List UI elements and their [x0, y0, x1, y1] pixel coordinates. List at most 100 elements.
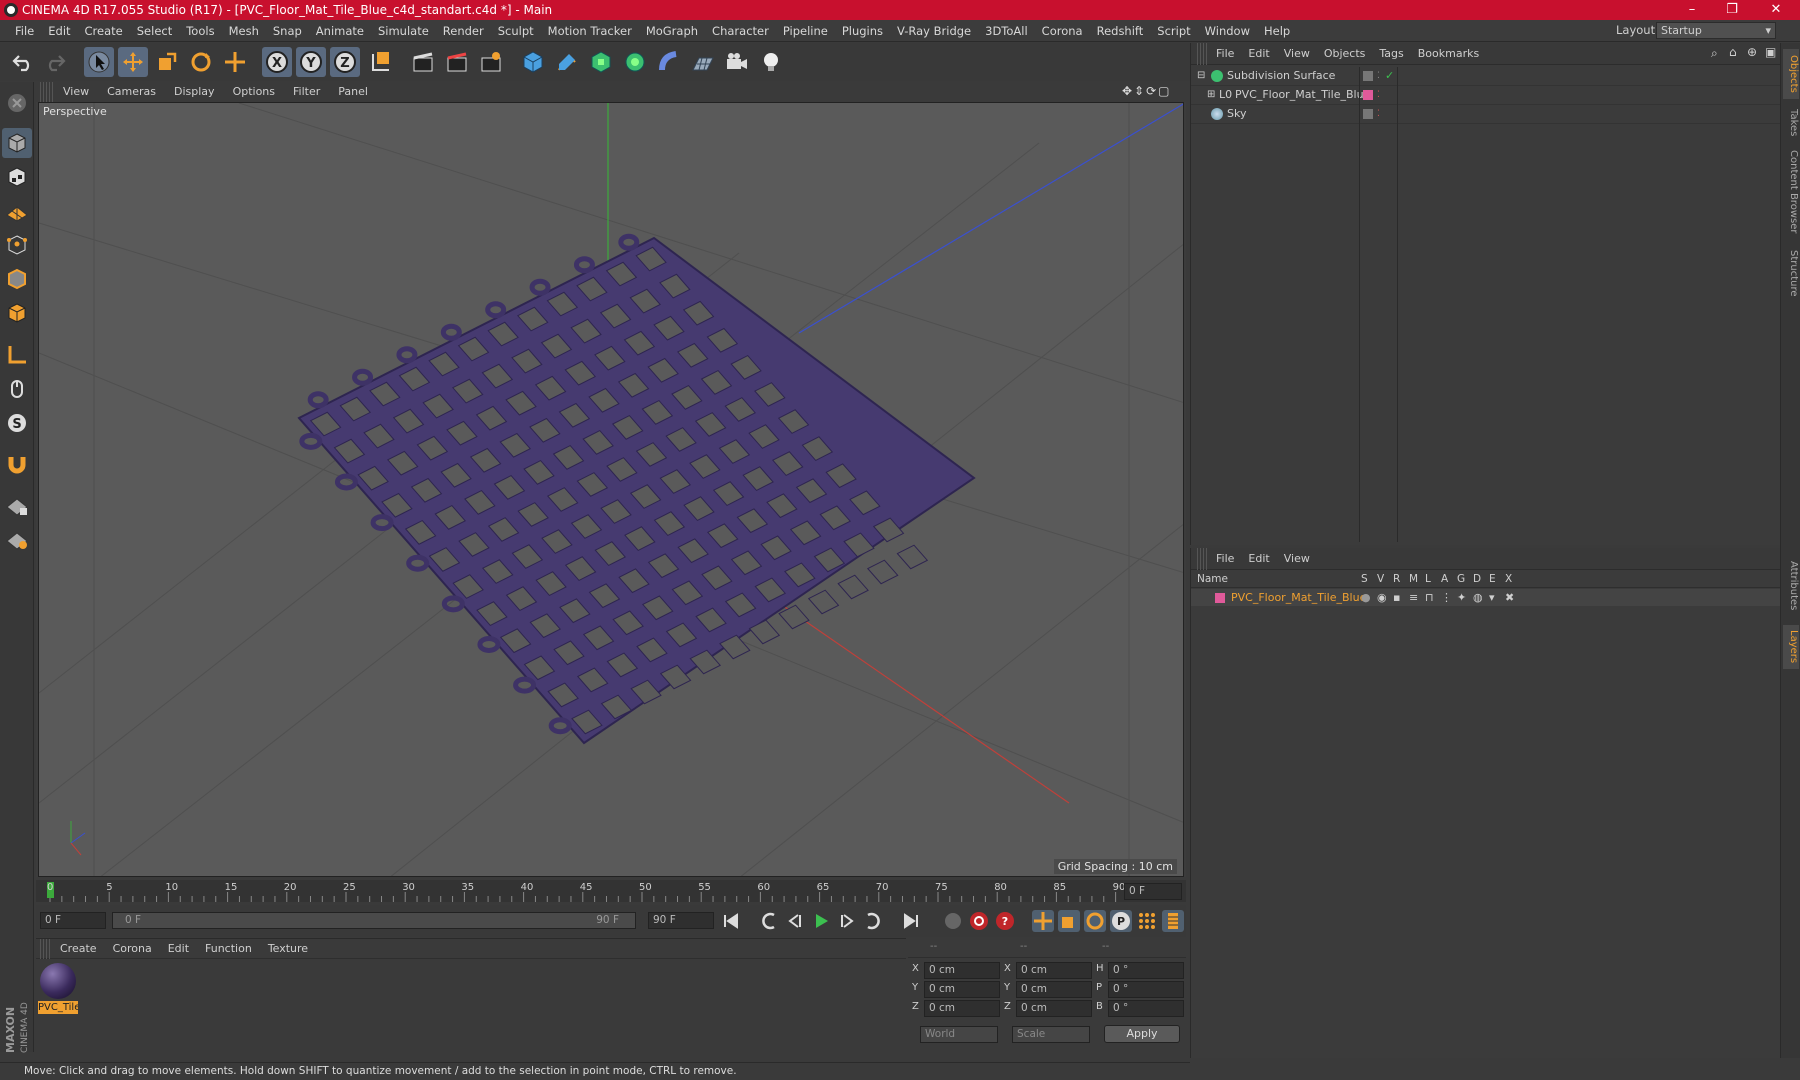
- viewport-nav-icons[interactable]: ✥⇕⟳▢: [1122, 84, 1182, 100]
- frame-range-slider[interactable]: 0 F 90 F: [112, 912, 636, 929]
- layer-color-swatch[interactable]: [1215, 593, 1225, 603]
- viewport-menu-cameras[interactable]: Cameras: [98, 82, 165, 102]
- expression-icon[interactable]: ▾: [1489, 589, 1495, 606]
- next-frame-button[interactable]: [836, 910, 858, 932]
- max-frame-field[interactable]: 90 F: [648, 912, 714, 929]
- material-menu-corona[interactable]: Corona: [105, 939, 160, 958]
- timeline-ruler[interactable]: 0 5 10 15 20 25 30 35 40 45 50 55 60 65 …: [36, 880, 1186, 902]
- viewport-menu-display[interactable]: Display: [165, 82, 224, 102]
- coordinate-mode-select[interactable]: World: [920, 1026, 998, 1043]
- current-frame-field[interactable]: 0 F: [40, 912, 106, 929]
- go-to-end-button[interactable]: [900, 910, 922, 932]
- close-button[interactable]: ✕: [1756, 0, 1796, 20]
- menu-3dtoall[interactable]: 3DToAll: [978, 20, 1035, 42]
- apply-button[interactable]: Apply: [1104, 1025, 1180, 1043]
- menu-file[interactable]: File: [8, 20, 41, 42]
- texture-mode-button[interactable]: [2, 162, 32, 192]
- menu-vray-bridge[interactable]: V-Ray Bridge: [890, 20, 978, 42]
- camera-button[interactable]: [722, 47, 752, 77]
- search-icon[interactable]: ⌕: [1711, 46, 1718, 61]
- go-to-start-button[interactable]: [720, 910, 742, 932]
- animation-icon[interactable]: ⋮: [1441, 589, 1452, 606]
- menu-character[interactable]: Character: [705, 20, 776, 42]
- tab-attributes[interactable]: Attributes: [1783, 553, 1799, 619]
- panel-grip[interactable]: [1197, 548, 1209, 570]
- scale-tool-button[interactable]: [152, 47, 182, 77]
- layer-menu-edit[interactable]: Edit: [1241, 548, 1276, 569]
- size-z-field[interactable]: 0 cm: [1016, 1000, 1092, 1017]
- column-deformers[interactable]: D: [1473, 573, 1481, 585]
- layer-menu-file[interactable]: File: [1209, 548, 1241, 569]
- layer-row[interactable]: PVC_Floor_Mat_Tile_Blue ● ◉ ▪ ≡ ⊓ ⋮ ✦ ◍ …: [1191, 589, 1781, 606]
- menu-corona[interactable]: Corona: [1035, 20, 1090, 42]
- rotate-tool-button[interactable]: [186, 47, 216, 77]
- size-x-field[interactable]: 0 cm: [1016, 962, 1092, 979]
- menu-motion-tracker[interactable]: Motion Tracker: [541, 20, 639, 42]
- z-axis-button[interactable]: Z: [330, 47, 360, 77]
- autokey-button[interactable]: ?: [994, 910, 1016, 932]
- tab-takes[interactable]: Takes: [1783, 105, 1799, 141]
- eye-icon[interactable]: ◉: [1377, 589, 1387, 606]
- edges-mode-button[interactable]: [2, 264, 32, 294]
- column-xrefs[interactable]: X: [1505, 573, 1512, 585]
- magnet-button[interactable]: [2, 450, 32, 480]
- column-view[interactable]: V: [1377, 573, 1384, 585]
- subdivision-surface-button[interactable]: [586, 47, 616, 77]
- object-row-subdivision-surface[interactable]: ⊟ Subdivision Surface ⁚ ✓: [1191, 67, 1781, 86]
- points-mode-button[interactable]: [2, 230, 32, 260]
- material-menu-function[interactable]: Function: [197, 939, 260, 958]
- next-key-button[interactable]: [862, 910, 884, 932]
- position-y-field[interactable]: 0 cm: [924, 981, 1000, 998]
- material-menu-edit[interactable]: Edit: [160, 939, 197, 958]
- object-menu-objects[interactable]: Objects: [1317, 43, 1373, 64]
- rotation-p-field[interactable]: 0 °: [1108, 981, 1184, 998]
- rotation-b-field[interactable]: 0 °: [1108, 1000, 1184, 1017]
- undo-button[interactable]: [8, 47, 38, 77]
- object-menu-edit[interactable]: Edit: [1241, 43, 1276, 64]
- 3d-viewport[interactable]: Perspective Grid Spacing : 10 cm: [38, 102, 1184, 877]
- menu-create[interactable]: Create: [78, 20, 130, 42]
- menu-plugins[interactable]: Plugins: [835, 20, 890, 42]
- tree-collapse-icon[interactable]: ⊟: [1197, 67, 1205, 85]
- x-axis-button[interactable]: X: [262, 47, 292, 77]
- prev-frame-button[interactable]: [784, 910, 806, 932]
- viewport-menu-filter[interactable]: Filter: [284, 82, 329, 102]
- generator-icon[interactable]: ✦: [1457, 589, 1466, 606]
- layer-swatch[interactable]: [1363, 71, 1373, 81]
- position-x-field[interactable]: 0 cm: [924, 962, 1000, 979]
- deformer-button[interactable]: [654, 47, 684, 77]
- redo-button[interactable]: [40, 47, 70, 77]
- object-row-pvc-floor-mat[interactable]: ⊞ L0 PVC_Floor_Mat_Tile_Blue ⁚: [1191, 86, 1781, 105]
- model-mode-button[interactable]: [2, 128, 32, 158]
- panel-grip[interactable]: [40, 82, 54, 102]
- layer-color-swatch[interactable]: [1363, 90, 1373, 100]
- y-axis-button[interactable]: Y: [296, 47, 326, 77]
- polygons-mode-button[interactable]: [2, 298, 32, 328]
- viewport-menu-view[interactable]: View: [54, 82, 98, 102]
- key-rotation-button[interactable]: [1084, 910, 1106, 932]
- layout-select[interactable]: Startup ▾: [1656, 22, 1776, 39]
- locked-workplane-button[interactable]: [2, 490, 32, 520]
- material-swatch[interactable]: PVC_Tile: [38, 961, 78, 1015]
- size-mode-select[interactable]: Scale: [1012, 1026, 1090, 1043]
- material-menu-create[interactable]: Create: [52, 939, 105, 958]
- menu-sculpt[interactable]: Sculpt: [491, 20, 541, 42]
- render-view-button[interactable]: [408, 47, 438, 77]
- deformer-icon[interactable]: ◍: [1473, 589, 1483, 606]
- menu-script[interactable]: Script: [1150, 20, 1197, 42]
- play-button[interactable]: [810, 910, 832, 932]
- column-manager[interactable]: M: [1409, 573, 1418, 585]
- tweak-mode-button[interactable]: [2, 374, 32, 404]
- make-editable-button[interactable]: [2, 88, 32, 118]
- position-z-field[interactable]: 0 cm: [924, 1000, 1000, 1017]
- object-menu-tags[interactable]: Tags: [1372, 43, 1410, 64]
- key-scale-button[interactable]: [1058, 910, 1080, 932]
- column-render[interactable]: R: [1393, 573, 1400, 585]
- menu-mesh[interactable]: Mesh: [222, 20, 266, 42]
- menu-render[interactable]: Render: [436, 20, 491, 42]
- tab-content-browser[interactable]: Content Browser: [1783, 147, 1799, 237]
- object-menu-file[interactable]: File: [1209, 43, 1241, 64]
- visibility-dots-icon[interactable]: ⁚: [1377, 105, 1380, 123]
- render-icon[interactable]: ▪: [1393, 589, 1400, 606]
- key-param-button[interactable]: P: [1110, 910, 1132, 932]
